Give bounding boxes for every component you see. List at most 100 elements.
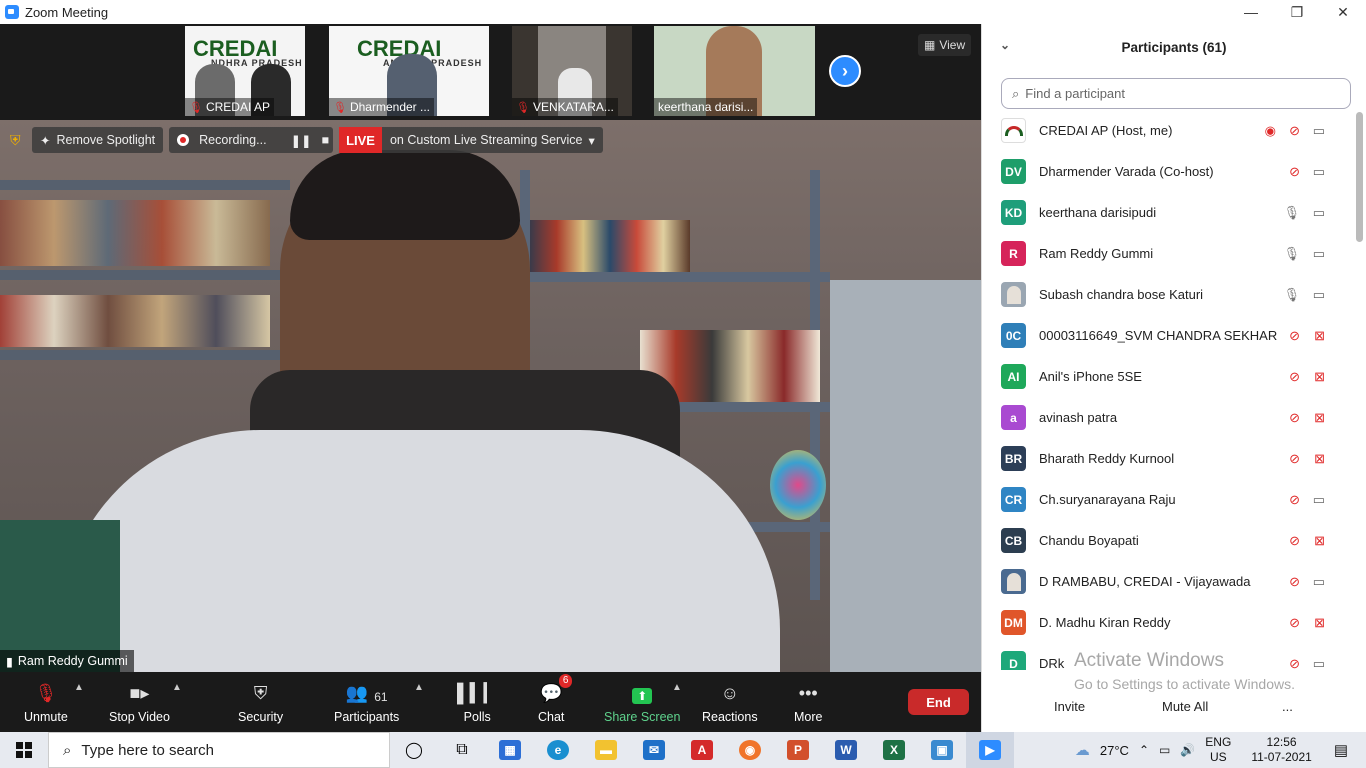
participant-row[interactable]: CREDAI AP (Host, me) ◉ ⊘ ▭: [982, 110, 1352, 151]
mute-all-button[interactable]: Mute All: [1152, 694, 1218, 718]
mic-off-icon[interactable]: ⊘: [1289, 328, 1300, 344]
view-button[interactable]: ▦ View: [918, 34, 972, 56]
taskbar-search-box[interactable]: ⌕ Type here to search: [48, 732, 390, 768]
camera-icon[interactable]: ▭: [1313, 656, 1325, 671]
thumbnail-name-tag: 🎙 Dharmender ...: [329, 98, 435, 116]
share-screen-button[interactable]: ⬆ Share Screen: [604, 678, 680, 724]
powerpoint-icon[interactable]: P: [774, 732, 822, 768]
mic-icon[interactable]: 🎙: [1283, 287, 1300, 303]
participant-row[interactable]: BR Bharath Reddy Kurnool ⊘ ⊠: [982, 438, 1352, 479]
thumbnail-credai-ap[interactable]: CREDAI NDHRA PRADESH 🎙 CREDAI AP: [185, 26, 305, 116]
chevron-down-icon[interactable]: ⌄: [1000, 38, 1010, 52]
zoom-taskbar-icon[interactable]: ▶: [966, 732, 1014, 768]
camera-off-icon[interactable]: ⊠: [1314, 328, 1325, 344]
camera-icon[interactable]: ▭: [1313, 287, 1325, 303]
participant-row[interactable]: 0C 00003116649_SVM CHANDRA SEKHAR ⊘ ⊠: [982, 315, 1352, 356]
participant-row[interactable]: D RAMBABU, CREDAI - Vijayawada ⊘ ▭: [982, 561, 1352, 602]
participant-row[interactable]: CB Chandu Boyapati ⊘ ⊠: [982, 520, 1352, 561]
chevron-up-icon[interactable]: ▲: [172, 682, 182, 693]
network-icon[interactable]: ▭: [1159, 743, 1170, 757]
word-icon[interactable]: W: [822, 732, 870, 768]
mic-off-icon[interactable]: ⊘: [1289, 492, 1300, 508]
security-button[interactable]: ⛨ Security: [238, 678, 283, 724]
stop-icon[interactable]: ■: [322, 133, 330, 147]
temperature[interactable]: 27°C: [1100, 743, 1129, 758]
participant-row[interactable]: DM D. Madhu Kiran Reddy ⊘ ⊠: [982, 602, 1352, 643]
mic-icon[interactable]: 🎙: [1283, 246, 1300, 262]
end-meeting-button[interactable]: End: [908, 689, 969, 715]
unmute-button[interactable]: 🎙 Unmute: [24, 678, 68, 724]
mic-off-icon[interactable]: ⊘: [1289, 451, 1300, 467]
chevron-up-icon[interactable]: ⌃: [1139, 743, 1149, 757]
thumbnail-dharmender[interactable]: CREDAI ANDHRA PRADESH 🎙Dharmender ...: [329, 26, 489, 116]
participant-row[interactable]: Subash chandra bose Katuri 🎙 ▭: [982, 274, 1352, 315]
participants-icon: 👥 61: [345, 683, 388, 704]
mic-off-icon[interactable]: ⊘: [1289, 369, 1300, 385]
mail-icon[interactable]: ✉: [630, 732, 678, 768]
avatar: a: [1001, 405, 1026, 430]
avatar: CB: [1001, 528, 1026, 553]
scrollbar[interactable]: [1356, 112, 1363, 242]
minimize-button[interactable]: —: [1228, 0, 1274, 24]
camera-off-icon[interactable]: ⊠: [1314, 615, 1325, 631]
maximize-button[interactable]: ❐: [1274, 0, 1320, 24]
camera-icon[interactable]: ▭: [1313, 123, 1325, 139]
close-button[interactable]: ✕: [1320, 0, 1366, 24]
thumbnail-keerthana[interactable]: keerthana darisi...: [654, 26, 815, 116]
task-view-icon[interactable]: ⧉: [438, 732, 486, 768]
participant-row[interactable]: AI Anil's iPhone 5SE ⊘ ⊠: [982, 356, 1352, 397]
invite-button[interactable]: Invite: [1044, 694, 1095, 718]
start-button[interactable]: [0, 732, 48, 768]
firefox-icon[interactable]: ◉: [726, 732, 774, 768]
edge-icon[interactable]: e: [534, 732, 582, 768]
participants-button[interactable]: 👥 61 Participants: [334, 678, 399, 724]
chevron-up-icon[interactable]: ▲: [414, 682, 424, 693]
excel-icon[interactable]: X: [870, 732, 918, 768]
photos-icon[interactable]: ▣: [918, 732, 966, 768]
pause-icon[interactable]: ❚❚: [291, 133, 312, 148]
weather-icon[interactable]: ☁: [1075, 741, 1090, 759]
next-page-button[interactable]: ›: [829, 55, 861, 87]
camera-off-icon[interactable]: ⊠: [1314, 369, 1325, 385]
mic-off-icon[interactable]: ⊘: [1289, 123, 1300, 139]
cortana-icon[interactable]: ◯: [390, 732, 438, 768]
notification-icon[interactable]: ▤: [1334, 741, 1348, 759]
live-stream-indicator[interactable]: LIVE on Custom Live Streaming Service ▾: [339, 127, 603, 153]
chevron-up-icon[interactable]: ▲: [74, 682, 84, 693]
more-button[interactable]: ••• More: [794, 678, 822, 724]
mic-off-icon[interactable]: ⊘: [1289, 164, 1300, 180]
remove-spotlight-button[interactable]: ✦ Remove Spotlight: [32, 127, 164, 153]
camera-icon[interactable]: ▭: [1313, 246, 1325, 262]
more-options-button[interactable]: ...: [1272, 694, 1303, 718]
mic-icon[interactable]: 🎙: [1283, 205, 1300, 221]
participant-row[interactable]: CR Ch.suryanarayana Raju ⊘ ▭: [982, 479, 1352, 520]
acrobat-icon[interactable]: A: [678, 732, 726, 768]
mic-off-icon[interactable]: ⊘: [1289, 410, 1300, 426]
participant-row[interactable]: KD keerthana darisipudi 🎙 ▭: [982, 192, 1352, 233]
mic-off-icon[interactable]: ⊘: [1289, 574, 1300, 590]
clock[interactable]: 12:56 11-07-2021: [1251, 735, 1312, 765]
participant-row[interactable]: a avinash patra ⊘ ⊠: [982, 397, 1352, 438]
mic-off-icon[interactable]: ⊘: [1289, 533, 1300, 549]
participant-row[interactable]: DV Dharmender Varada (Co-host) ⊘ ▭: [982, 151, 1352, 192]
camera-icon[interactable]: ▭: [1313, 492, 1325, 508]
mic-off-icon[interactable]: ⊘: [1289, 615, 1300, 631]
chevron-up-icon[interactable]: ▲: [672, 682, 682, 693]
reactions-button[interactable]: ☺ Reactions: [702, 678, 758, 724]
thumbnail-venkatara[interactable]: 🎙 VENKATARA...: [512, 26, 632, 116]
camera-off-icon[interactable]: ⊠: [1314, 410, 1325, 426]
volume-icon[interactable]: 🔊: [1180, 743, 1195, 757]
camera-icon[interactable]: ▭: [1313, 205, 1325, 221]
camera-icon[interactable]: ▭: [1313, 574, 1325, 590]
stop-video-button[interactable]: ■▸ Stop Video: [109, 678, 170, 724]
camera-icon[interactable]: ▭: [1313, 164, 1325, 180]
participant-row[interactable]: R Ram Reddy Gummi 🎙 ▭: [982, 233, 1352, 274]
camera-off-icon[interactable]: ⊠: [1314, 451, 1325, 467]
participant-search-input[interactable]: ⌕ Find a participant: [1001, 78, 1351, 109]
language-indicator[interactable]: ENG US: [1205, 735, 1231, 765]
store-icon[interactable]: ▦: [486, 732, 534, 768]
chat-button[interactable]: 💬 6 Chat: [538, 674, 573, 724]
polls-button[interactable]: ▌▍▎ Polls: [457, 678, 497, 724]
camera-off-icon[interactable]: ⊠: [1314, 533, 1325, 549]
file-explorer-icon[interactable]: ▬: [582, 732, 630, 768]
